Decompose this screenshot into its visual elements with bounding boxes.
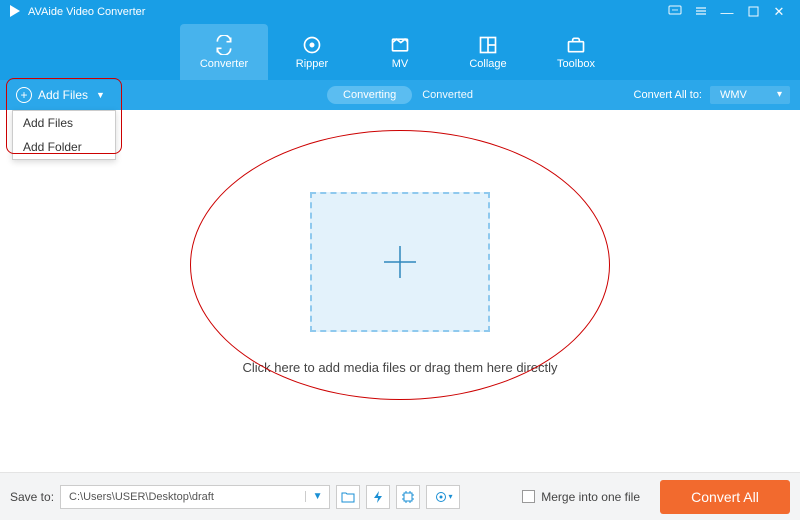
main-toolbar: Converter Ripper MV Collage Toolbox xyxy=(0,24,800,80)
output-format-select[interactable]: WMV xyxy=(710,86,790,104)
main-area: Click here to add media files or drag th… xyxy=(0,110,800,472)
tab-mv[interactable]: MV xyxy=(356,24,444,80)
minimize-button[interactable]: — xyxy=(714,5,740,20)
drop-zone-text: Click here to add media files or drag th… xyxy=(0,360,800,375)
bottom-bar: Save to: C:\Users\USER\Desktop\draft ▼ ▾… xyxy=(0,472,800,520)
convert-all-to: Convert All to: WMV xyxy=(634,86,790,104)
browse-folder-button[interactable] xyxy=(336,485,360,509)
tab-toolbox[interactable]: Toolbox xyxy=(532,24,620,80)
tab-label: Toolbox xyxy=(557,58,595,70)
merge-checkbox[interactable]: Merge into one file xyxy=(522,490,640,504)
status-segment: Converting Converted xyxy=(327,86,473,104)
tab-converting[interactable]: Converting xyxy=(327,86,412,104)
feedback-icon[interactable] xyxy=(662,5,688,20)
tab-converter[interactable]: Converter xyxy=(180,24,268,80)
save-path-dropdown[interactable]: ▼ xyxy=(305,491,329,502)
gpu-button[interactable] xyxy=(396,485,420,509)
checkbox-icon xyxy=(522,490,535,503)
save-path-text: C:\Users\USER\Desktop\draft xyxy=(61,491,305,503)
dropdown-add-files[interactable]: Add Files xyxy=(13,111,115,135)
maximize-button[interactable] xyxy=(740,5,766,20)
tab-collage[interactable]: Collage xyxy=(444,24,532,80)
chevron-down-icon: ▼ xyxy=(96,90,105,100)
sub-toolbar: + Add Files ▼ Converting Converted Conve… xyxy=(0,80,800,110)
add-files-label: Add Files xyxy=(38,88,88,102)
add-files-button[interactable]: + Add Files ▼ xyxy=(10,85,111,105)
tab-label: Converter xyxy=(200,58,248,70)
tab-converted[interactable]: Converted xyxy=(422,89,473,101)
merge-label: Merge into one file xyxy=(541,490,640,504)
app-logo-icon xyxy=(8,4,22,21)
convert-all-to-label: Convert All to: xyxy=(634,89,702,101)
drop-zone[interactable] xyxy=(310,192,490,332)
tab-label: MV xyxy=(392,58,409,70)
app-title: AVAide Video Converter xyxy=(28,6,145,18)
convert-all-button[interactable]: Convert All xyxy=(660,480,790,514)
menu-icon[interactable] xyxy=(688,5,714,20)
save-path-field[interactable]: C:\Users\USER\Desktop\draft ▼ xyxy=(60,485,330,509)
add-files-dropdown: Add Files Add Folder xyxy=(12,110,116,160)
hardware-accel-button[interactable] xyxy=(366,485,390,509)
plus-circle-icon: + xyxy=(16,87,32,103)
tab-ripper[interactable]: Ripper xyxy=(268,24,356,80)
dropdown-add-folder[interactable]: Add Folder xyxy=(13,135,115,159)
tab-label: Collage xyxy=(469,58,506,70)
title-bar: AVAide Video Converter — ✕ xyxy=(0,0,800,24)
close-button[interactable]: ✕ xyxy=(766,4,792,20)
settings-button[interactable]: ▾ xyxy=(426,485,460,509)
save-to-label: Save to: xyxy=(10,490,54,504)
tab-label: Ripper xyxy=(296,58,328,70)
chevron-down-icon: ▾ xyxy=(449,492,453,501)
